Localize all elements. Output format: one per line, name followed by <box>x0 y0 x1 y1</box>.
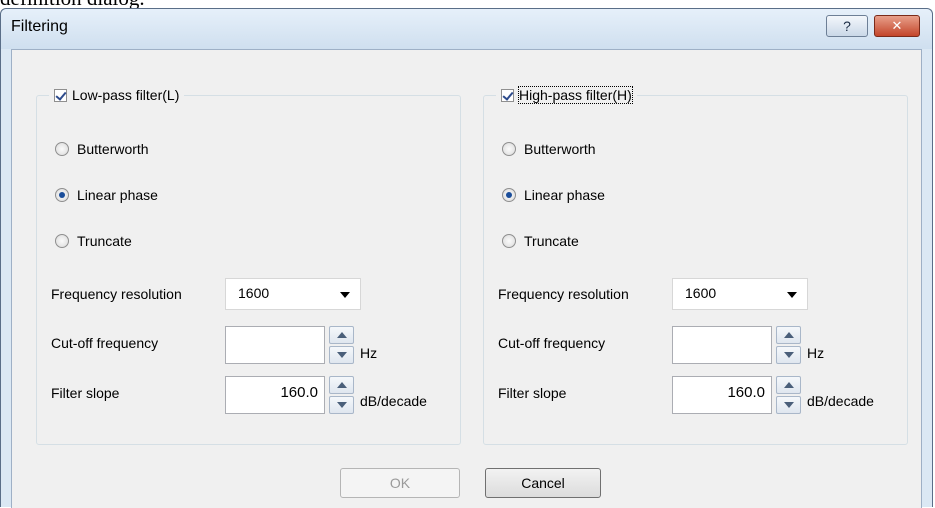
help-icon: ? <box>843 18 851 34</box>
lowpass-cutoff-spinner <box>329 326 354 364</box>
lowpass-freq-res-label: Frequency resolution <box>51 286 182 302</box>
spin-up-button[interactable] <box>776 376 801 394</box>
highpass-cutoff-spinner <box>776 326 801 364</box>
lowpass-cutoff-unit: Hz <box>360 345 378 361</box>
radio-label: Truncate <box>524 233 579 249</box>
arrow-down-icon <box>336 352 347 358</box>
arrow-up-icon <box>783 382 794 388</box>
radio-selected-icon <box>55 188 69 202</box>
lowpass-checkbox[interactable]: Low-pass filter(L) <box>49 84 185 106</box>
highpass-cutoff-label: Cut-off frequency <box>498 335 606 351</box>
highpass-cutoff-input[interactable] <box>672 326 772 364</box>
filtering-dialog: Filtering ? ✕ Low-pass filter(L) Butterw… <box>0 8 933 508</box>
arrow-down-icon <box>336 402 347 408</box>
lowpass-group: Low-pass filter(L) Butterworth Linear ph… <box>36 84 461 445</box>
spin-down-button[interactable] <box>776 346 801 364</box>
lowpass-check-icon[interactable] <box>54 88 67 102</box>
lowpass-radio-truncate[interactable]: Truncate <box>55 233 132 249</box>
lowpass-slope-unit: dB/decade <box>360 393 427 409</box>
spin-up-button[interactable] <box>776 326 801 344</box>
spin-down-button[interactable] <box>329 396 354 414</box>
highpass-radio-linear-phase[interactable]: Linear phase <box>502 187 605 203</box>
dialog-body: Low-pass filter(L) Butterworth Linear ph… <box>11 49 922 508</box>
highpass-slope-unit: dB/decade <box>807 393 874 409</box>
lowpass-radio-linear-phase[interactable]: Linear phase <box>55 187 158 203</box>
highpass-slope-label: Filter slope <box>498 385 567 401</box>
close-icon: ✕ <box>891 18 903 34</box>
highpass-label: High-pass filter(H) <box>518 86 633 104</box>
ok-button[interactable]: OK <box>340 468 460 498</box>
radio-label: Truncate <box>77 233 132 249</box>
radio-icon <box>502 142 516 156</box>
highpass-group: High-pass filter(H) Butterworth Linear p… <box>483 84 908 445</box>
lowpass-freq-res-select[interactable]: 1600 <box>225 278 361 310</box>
help-button[interactable]: ? <box>826 15 868 37</box>
highpass-freq-res-label: Frequency resolution <box>498 286 629 302</box>
radio-label: Linear phase <box>77 187 158 203</box>
arrow-down-icon <box>783 402 794 408</box>
arrow-down-icon <box>783 352 794 358</box>
lowpass-radio-butterworth[interactable]: Butterworth <box>55 141 149 157</box>
arrow-up-icon <box>336 382 347 388</box>
radio-label: Butterworth <box>77 141 149 157</box>
highpass-slope-spinner <box>776 376 801 414</box>
lowpass-slope-spinner <box>329 376 354 414</box>
highpass-slope-input[interactable]: 160.0 <box>672 376 772 414</box>
radio-selected-icon <box>502 188 516 202</box>
lowpass-cutoff-input[interactable] <box>225 326 325 364</box>
spin-up-button[interactable] <box>329 326 354 344</box>
highpass-cutoff-unit: Hz <box>807 345 825 361</box>
radio-label: Linear phase <box>524 187 605 203</box>
radio-icon <box>55 234 69 248</box>
lowpass-slope-label: Filter slope <box>51 385 120 401</box>
arrow-up-icon <box>783 332 794 338</box>
select-value: 1600 <box>685 285 717 301</box>
select-value: 1600 <box>238 285 270 301</box>
cancel-button[interactable]: Cancel <box>485 468 601 498</box>
highpass-check-icon[interactable] <box>501 88 514 102</box>
lowpass-cutoff-label: Cut-off frequency <box>51 335 159 351</box>
radio-icon <box>55 142 69 156</box>
spin-down-button[interactable] <box>776 396 801 414</box>
close-button[interactable]: ✕ <box>874 15 920 37</box>
highpass-checkbox[interactable]: High-pass filter(H) <box>496 84 637 106</box>
highpass-radio-butterworth[interactable]: Butterworth <box>502 141 596 157</box>
arrow-up-icon <box>336 332 347 338</box>
lowpass-label: Low-pass filter(L) <box>72 87 180 103</box>
dialog-title: Filtering <box>11 18 68 35</box>
highpass-radio-truncate[interactable]: Truncate <box>502 233 579 249</box>
radio-label: Butterworth <box>524 141 596 157</box>
title-bar[interactable]: Filtering ? ✕ <box>1 9 932 49</box>
radio-icon <box>502 234 516 248</box>
lowpass-slope-input[interactable]: 160.0 <box>225 376 325 414</box>
highpass-freq-res-select[interactable]: 1600 <box>672 278 808 310</box>
chevron-down-icon <box>787 292 797 298</box>
spin-up-button[interactable] <box>329 376 354 394</box>
spin-down-button[interactable] <box>329 346 354 364</box>
chevron-down-icon <box>340 292 350 298</box>
